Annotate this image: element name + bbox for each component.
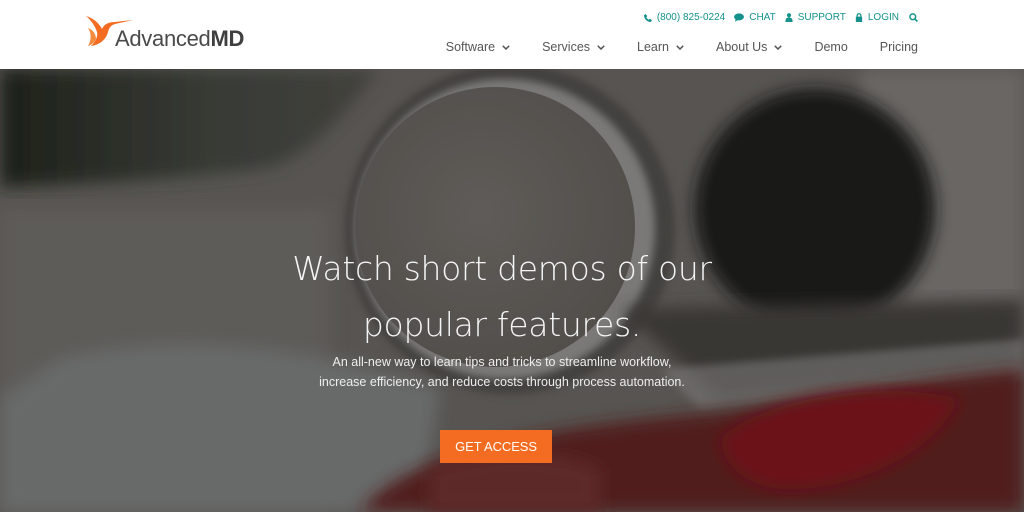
nav-item-about-us[interactable]: About Us	[716, 40, 783, 54]
nav-label: About Us	[716, 40, 768, 54]
chevron-down-icon	[774, 44, 783, 50]
hero-content: Watch short demos of our popular feature…	[0, 69, 1024, 512]
chevron-down-icon	[676, 44, 684, 50]
hero-title: Watch short demos of our popular feature…	[200, 241, 804, 353]
phone-icon	[643, 13, 652, 22]
nav-label: Demo	[814, 40, 848, 54]
user-icon	[785, 13, 793, 22]
logo-wordmark: AdvancedMD	[115, 26, 245, 51]
utility-nav: (800) 825-0224 CHAT SUPPORT LOGIN	[635, 12, 918, 23]
hero-title-line-1: Watch short demos of our	[292, 249, 712, 288]
chat-link[interactable]: CHAT	[734, 12, 776, 23]
phone-number: (800) 825-0224	[656, 12, 726, 23]
nav-label: Software	[445, 40, 496, 54]
chat-bubble-icon	[734, 13, 745, 22]
login-link[interactable]: LOGIN	[855, 12, 899, 23]
nav-item-services[interactable]: Services	[542, 40, 605, 54]
nav-item-demo[interactable]: Demo	[814, 40, 847, 54]
chevron-down-icon	[502, 44, 510, 50]
nav-label: Pricing	[879, 40, 918, 54]
hero-subtitle: An all-new way to learn tips and tricks …	[319, 355, 685, 389]
support-label: SUPPORT	[797, 12, 846, 23]
main-nav: Software Services Learn About Us Demo Pr…	[446, 40, 918, 54]
nav-label: Services	[542, 40, 591, 54]
nav-item-software[interactable]: Software	[446, 40, 510, 54]
phone-link[interactable]: (800) 825-0224	[643, 12, 726, 23]
get-access-button[interactable]: GET ACCESS	[440, 430, 552, 463]
login-label: LOGIN	[867, 12, 899, 23]
search-button[interactable]	[909, 13, 918, 22]
hero-banner: Watch short demos of our popular feature…	[0, 69, 1024, 512]
search-icon	[909, 13, 918, 22]
chevron-down-icon	[597, 44, 605, 50]
chat-label: CHAT	[749, 12, 776, 23]
nav-item-pricing[interactable]: Pricing	[880, 40, 918, 54]
hero-title-line-2: popular features.	[362, 305, 642, 344]
nav-label: Learn	[637, 40, 670, 54]
site-header: AdvancedMD (800) 825-0224 CHAT SUPPORT L…	[0, 0, 1024, 69]
nav-item-learn[interactable]: Learn	[637, 40, 684, 54]
support-link[interactable]: SUPPORT	[785, 12, 846, 23]
lock-icon	[855, 13, 863, 22]
